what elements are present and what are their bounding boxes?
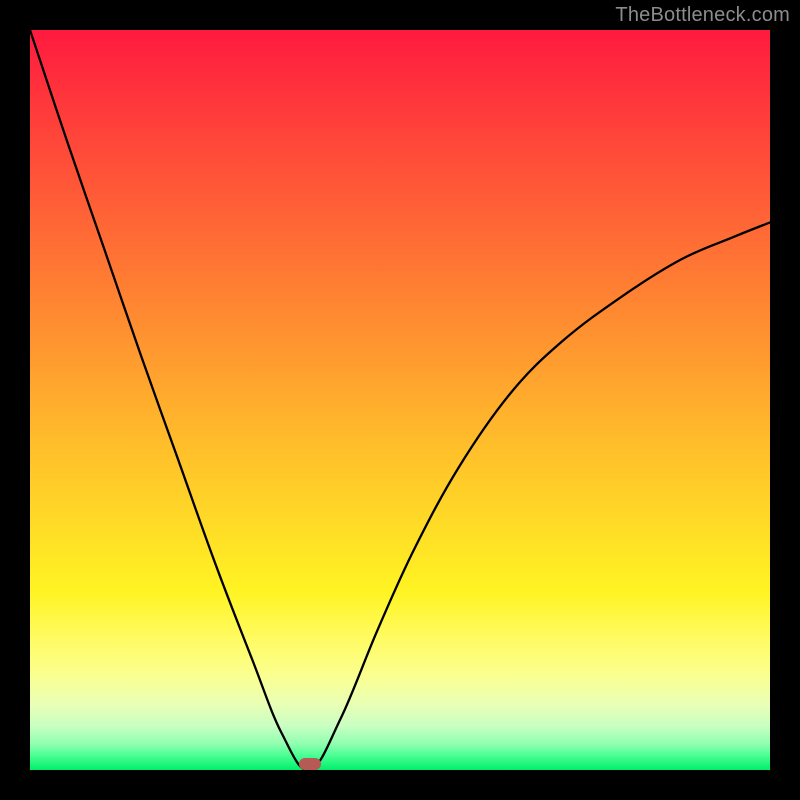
plot-area: [30, 30, 770, 770]
optimum-marker: [299, 758, 321, 770]
bottleneck-curve: [30, 30, 770, 770]
watermark-text: TheBottleneck.com: [615, 4, 790, 27]
chart-stage: TheBottleneck.com: [0, 0, 800, 800]
